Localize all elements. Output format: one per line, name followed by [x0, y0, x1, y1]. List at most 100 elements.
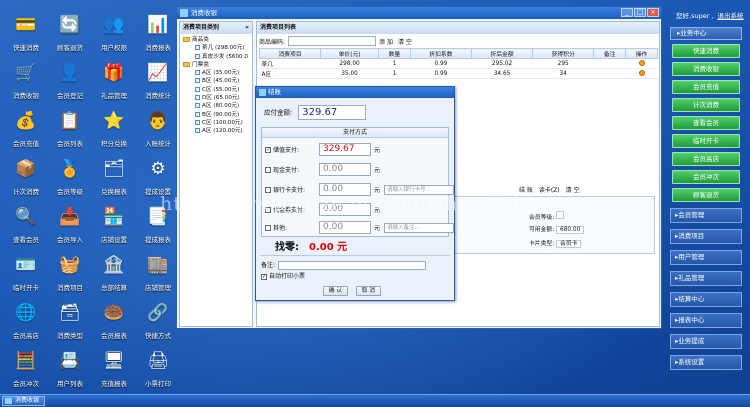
tree-item[interactable]: B区 (45.00元) [183, 77, 252, 85]
desktop-shortcut[interactable]: 👨 入账统计 [136, 104, 180, 152]
cancel-button[interactable]: 取 消 [356, 286, 381, 296]
delete-row-icon[interactable] [638, 69, 645, 76]
menu-section[interactable]: ▸会员管理 [670, 208, 742, 223]
menu-item[interactable]: 消费收银 [672, 62, 740, 76]
tree-item[interactable]: C区 (55.00元) [183, 86, 252, 94]
desktop-shortcut[interactable]: 🍩 会员报表 [92, 296, 136, 344]
desktop-shortcut[interactable]: 📊 消费报表 [136, 8, 180, 56]
amount-due: 应付金额: 329.67 [264, 105, 367, 120]
menu-section[interactable]: ▸礼品管理 [670, 271, 742, 286]
desktop-shortcut[interactable]: 🔄 顾客退货 [48, 8, 92, 56]
table-cell: 298.00 [320, 58, 379, 69]
tree-item[interactable]: D区 (65.00元) [183, 94, 252, 102]
desktop-shortcut[interactable]: 👥 用户权限 [92, 8, 136, 56]
desktop-shortcut[interactable]: 🌐 会员高店 [4, 296, 48, 344]
desktop-shortcut[interactable]: 💰 会员充值 [4, 104, 48, 152]
dialog-titlebar[interactable]: 结账 [256, 87, 454, 98]
desktop-shortcut[interactable]: 🛒 消费收银 [4, 56, 48, 104]
tree-item[interactable]: 真皮沙发 (5600.0 [183, 53, 252, 61]
desktop-shortcut[interactable]: 🪪 临时开卡 [4, 248, 48, 296]
maximize-button[interactable]: □ [634, 8, 646, 17]
payment-checkbox[interactable] [265, 186, 271, 193]
table-row[interactable]: A区 35.00 1 0.99 34.65 34 [259, 68, 658, 79]
remark-input[interactable] [278, 261, 427, 270]
desktop-shortcut[interactable]: 🧮 会员冲次 [4, 344, 48, 392]
desktop-shortcut[interactable]: 🎁 礼品管理 [92, 56, 136, 104]
desktop-shortcut[interactable]: 🔗 快捷方式 [136, 296, 180, 344]
desktop-shortcut[interactable]: 🏅 会员等级 [48, 152, 92, 200]
tree-item[interactable]: A区 (120.00元) [183, 127, 252, 135]
menu-header-business[interactable]: ▸业务中心 [670, 27, 742, 40]
desktop-shortcut[interactable]: 🔍 查看会员 [4, 200, 48, 248]
menu-item[interactable]: 临时开卡 [672, 134, 740, 148]
tree-item[interactable]: A区 (35.00元) [183, 69, 252, 77]
clear-button[interactable]: 清 空 [398, 37, 412, 46]
product-code-input[interactable] [288, 36, 377, 46]
desktop-shortcut[interactable]: 👤 会员登记 [48, 56, 92, 104]
menu-section[interactable]: ▸用户管理 [670, 250, 742, 265]
tree-category[interactable]: 商品类 [183, 36, 252, 44]
desktop-shortcut[interactable]: 🏪 店铺设置 [92, 200, 136, 248]
tree-item[interactable]: A区 (80.00元) [183, 102, 252, 110]
menu-section[interactable]: ▸报表中心 [670, 313, 742, 328]
cashier-icon: 🛒 [15, 62, 37, 83]
count-icon: 📦 [15, 158, 37, 179]
payment-amount-input[interactable]: 0.00 [319, 163, 371, 176]
table-row[interactable]: 茶几 298.00 1 0.99 295.02 295 [259, 58, 658, 69]
taskbar-item-checkout[interactable]: 消费收银 [2, 396, 46, 406]
desktop-shortcut[interactable]: 💳 快速消费 [4, 8, 48, 56]
desktop-shortcut[interactable]: 🖥 充值报表 [92, 344, 136, 392]
desktop-shortcut[interactable]: 🗂 兑换报表 [92, 152, 136, 200]
close-button[interactable]: × [647, 8, 659, 17]
desktop-shortcut-label: 积分兑换 [101, 140, 127, 148]
desktop-shortcut[interactable]: 📈 消费统计 [136, 56, 180, 104]
menu-item[interactable]: 会员高店 [672, 152, 740, 166]
tab-clear[interactable]: 清 空 [566, 187, 580, 194]
payment-checkbox[interactable]: ✓ [265, 146, 271, 153]
menu-item[interactable]: 快速消费 [672, 44, 740, 58]
payment-amount-input[interactable]: 329.67 [319, 143, 371, 156]
payment-extra-input[interactable]: 请输入备注... [384, 222, 455, 233]
payment-amount-input[interactable]: 0.00 [319, 221, 371, 234]
tree-item[interactable]: 茶几 (298.00元) [183, 44, 252, 52]
desktop-shortcut[interactable]: 🏬 店铺管理 [136, 248, 180, 296]
menu-item[interactable]: 计次消费 [672, 98, 740, 112]
menu-section[interactable]: ▸系统设置 [670, 355, 742, 370]
desktop-shortcut[interactable]: 🗃 消费类型 [48, 296, 92, 344]
tree-item-label: A区 (35.00元) [202, 70, 240, 77]
menu-section[interactable]: ▸结算中心 [670, 292, 742, 307]
desktop-shortcut[interactable]: 📥 会员导入 [48, 200, 92, 248]
member-register-icon: 👤 [59, 62, 81, 83]
menu-item[interactable]: 查看会员 [672, 116, 740, 130]
desktop-shortcut[interactable]: 📇 用户列表 [48, 344, 92, 392]
desktop-shortcut[interactable]: 🏦 总部结算 [92, 248, 136, 296]
tree-item[interactable]: C区 (100.00元) [183, 119, 252, 127]
add-button[interactable]: 添 加 [379, 37, 393, 46]
table-cell: 0.99 [410, 68, 472, 79]
menu-section[interactable]: ▸消费项目 [670, 229, 742, 244]
window-titlebar[interactable]: 消费收银 _ □ × [177, 7, 661, 19]
desktop-shortcut[interactable]: 🧺 消费项目 [48, 248, 92, 296]
menu-item[interactable]: 会员冲次 [672, 170, 740, 184]
tab-read-card[interactable]: 读卡(Z) [539, 187, 560, 194]
auto-print-checkbox[interactable]: ✓ [261, 273, 267, 280]
confirm-button[interactable]: 确 认 [323, 286, 348, 296]
column-header: 单价(元) [320, 48, 380, 59]
delete-row-icon[interactable] [638, 59, 645, 66]
desktop-shortcut-label: 查看会员 [13, 236, 39, 244]
menu-item[interactable]: 顾客退货 [672, 188, 740, 202]
desktop-shortcut[interactable]: 📦 计次消费 [4, 152, 48, 200]
desktop-shortcut[interactable]: 📋 会员列表 [48, 104, 92, 152]
tree-item[interactable]: B区 (90.00元) [183, 111, 252, 119]
minimize-button[interactable]: _ [621, 8, 633, 17]
desktop-shortcut[interactable]: ⭐ 积分兑换 [92, 104, 136, 152]
auto-print-option[interactable]: ✓ 自动打印小票 [261, 271, 305, 280]
desktop-shortcut[interactable]: 🖨 小票打印 [136, 344, 180, 392]
menu-item[interactable]: 会员充值 [672, 80, 740, 94]
menu-section[interactable]: ▸业务提成 [670, 334, 742, 349]
payment-checkbox[interactable] [265, 224, 271, 231]
payment-checkbox[interactable] [265, 166, 271, 173]
tree-category[interactable]: 门票类 [183, 61, 252, 69]
collapse-button[interactable]: « [245, 22, 249, 34]
logout-link[interactable]: 退出系统 [718, 12, 744, 20]
